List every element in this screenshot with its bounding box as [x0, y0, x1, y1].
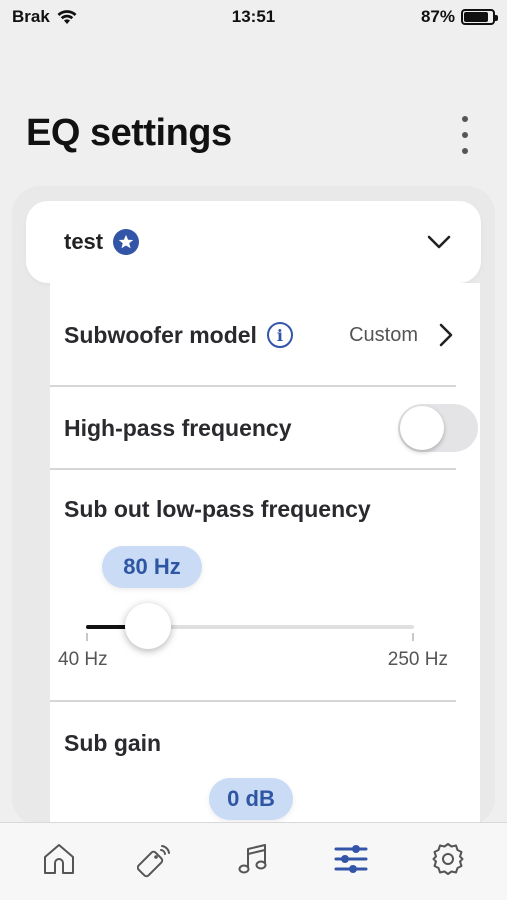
tag-icon [137, 844, 171, 877]
sub-gain-label: Sub gain [64, 729, 162, 756]
low-pass-label: Sub out low-pass frequency [64, 495, 371, 522]
tab-device[interactable] [126, 829, 186, 889]
chevron-down-icon[interactable] [425, 228, 453, 256]
chevron-right-icon [439, 323, 453, 347]
slider-min-label: 40 Hz [58, 649, 108, 670]
divider [50, 385, 456, 387]
more-vertical-icon[interactable] [453, 116, 477, 154]
slider-tick-min [86, 633, 88, 641]
high-pass-label: High-pass frequency [64, 414, 292, 441]
tab-music[interactable] [223, 829, 283, 889]
low-pass-slider[interactable] [86, 603, 414, 649]
carrier-label: Brak [12, 7, 50, 26]
settings-icon [432, 842, 464, 875]
battery-icon [461, 9, 498, 25]
tab-settings[interactable] [418, 829, 478, 889]
profile-selector[interactable]: test [26, 201, 481, 283]
status-bar: Brak 13:51 87% [0, 0, 507, 34]
tab-home[interactable] [29, 829, 89, 889]
info-icon[interactable]: i [266, 322, 293, 348]
sub-gain-value-chip: 0 dB [209, 778, 293, 820]
subwoofer-model-row[interactable]: Subwoofer model i Custom [64, 305, 456, 365]
home-icon [43, 843, 74, 874]
low-pass-row: Sub out low-pass frequency [64, 491, 456, 527]
divider [50, 468, 456, 470]
wifi-icon [57, 10, 77, 24]
sliders-icon [334, 844, 368, 873]
slider-max-label: 250 Hz [387, 649, 448, 670]
subwoofer-model-value: Custom [349, 323, 418, 346]
tab-eq[interactable] [321, 829, 381, 889]
slider-thumb[interactable] [125, 603, 172, 649]
subwoofer-model-label: Subwoofer model [64, 321, 257, 348]
page-title: EQ settings [26, 112, 232, 154]
battery-percent: 87% [420, 7, 455, 26]
music-icon [238, 843, 267, 873]
slider-tick-max [412, 633, 414, 641]
tab-bar [0, 822, 507, 900]
sub-gain-row: Sub gain [64, 725, 456, 761]
settings-panel: Subwoofer model i Custom High-pass frequ… [50, 283, 480, 823]
divider [50, 700, 456, 702]
star-badge-icon [113, 229, 140, 255]
high-pass-toggle[interactable] [398, 404, 478, 452]
low-pass-value-chip: 80 Hz [102, 546, 202, 588]
toggle-knob [400, 406, 444, 450]
high-pass-row: High-pass frequency [64, 401, 478, 455]
profile-name: test [64, 229, 104, 254]
